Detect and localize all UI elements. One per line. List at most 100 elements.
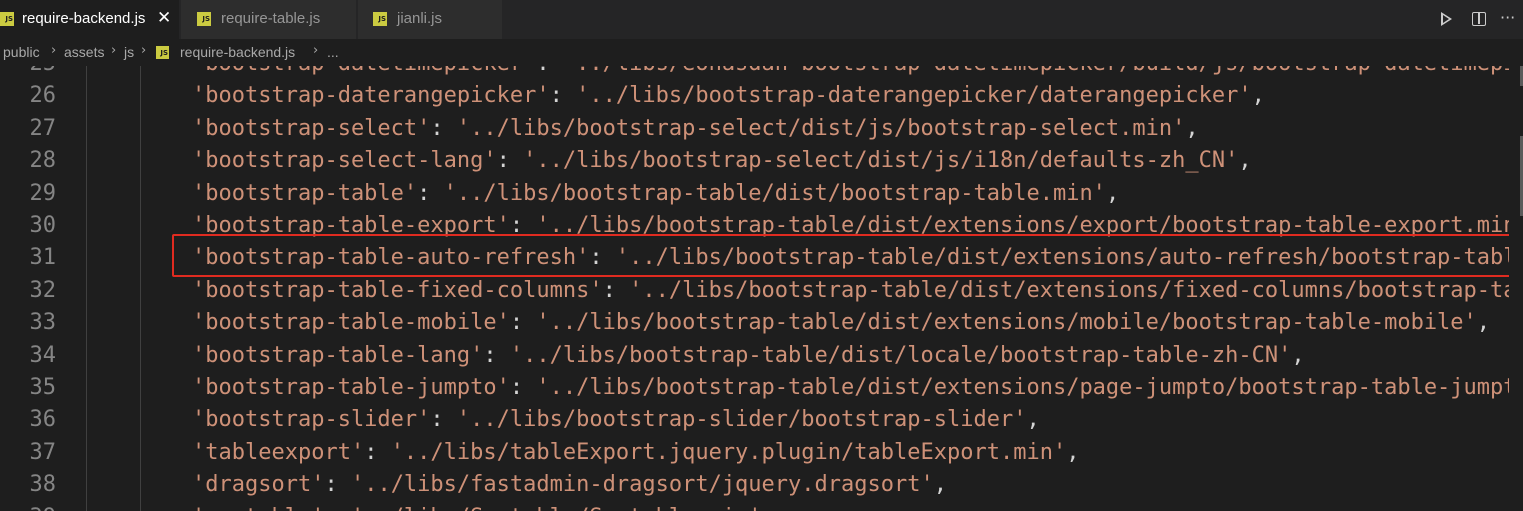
tab-require-table[interactable]: JS require-table.js [181,0,357,39]
string-value: '../libs/bootstrap-table/dist/bootstrap-… [443,180,1106,206]
string-key: 'bootstrap-slider' [192,407,431,433]
chevron-right-icon: › [111,43,117,58]
string-key: 'bootstrap-table-jumpto' [192,375,510,400]
colon-punctuation: : [509,310,537,336]
split-editor-icon[interactable] [1472,12,1486,26]
line-number: 39 [0,502,57,511]
colon-punctuation: : [364,439,391,465]
code-text: 'bootstrap-slider': '../libs/bootstrap-s… [192,404,1040,436]
code-text: 'bootstrap-select': '../libs/bootstrap-s… [192,113,1199,145]
chevron-right-icon: › [51,43,57,58]
string-value: '../libs/bootstrap-select/dist/js/i18n/d… [523,148,1239,174]
string-value: '../libs/tableExport.jquery.plugin/table… [390,439,1067,465]
line-number: 35 [29,375,57,400]
tab-label: require-table.js [221,10,321,27]
code-line[interactable]: 39 'sortable': '../libs/Sortable/Sortable… [0,502,1523,511]
string-key: 'bootstrap-table' [192,180,418,206]
colon-punctuation: : [602,277,630,303]
highlight-box [172,234,1512,277]
colon-punctuation: : [549,83,577,109]
string-value: '../libs/bootstrap-table/dist/extensions… [536,310,1477,336]
tab-bar: JS require-backend.js ✕ JS require-table… [0,0,1523,39]
comma-punctuation: , [1251,83,1265,109]
string-value: '../libs/fastadmin-dragsort/jquery.drags… [350,472,934,498]
string-value: '../libs/bootstrap-table/dist/locale/boo… [509,342,1292,368]
code-line[interactable]: 27 'bootstrap-select': '../libs/bootstrap… [0,113,1523,145]
code-line[interactable]: 29 'bootstrap-table': '../libs/bootstrap-… [0,178,1523,210]
code-line[interactable]: 34 'bootstrap-table-lang': '../libs/boots… [0,340,1523,372]
colon-punctuation: : [536,66,563,76]
line-number: 30 [29,213,57,238]
line-number: 38 [29,472,57,498]
colon-punctuation: : [324,505,351,511]
comma-punctuation: , [1238,148,1252,174]
comma-punctuation: , [1291,342,1305,368]
breadcrumb: public › assets › js › JS require-backen… [0,39,1523,66]
close-icon[interactable]: ✕ [157,8,171,28]
code-line[interactable]: 25 'bootstrap-datetimepicker': '../libs/e… [0,66,1523,80]
string-key: 'bootstrap-table-mobile' [192,310,510,336]
comma-punctuation: , [1185,115,1199,141]
line-number: 25 [0,66,57,80]
tab-require-backend[interactable]: JS require-backend.js ✕ [0,0,180,39]
comma-punctuation: , [1476,310,1491,336]
js-file-icon: JS [156,46,169,59]
tab-jianli[interactable]: JS jianli.js [358,0,503,39]
line-number: 33 [29,310,57,336]
breadcrumb-item-file[interactable]: require-backend.js [180,44,295,60]
string-value: '../libs/bootstrap-table/dist/extensions… [629,277,1523,303]
comma-punctuation: , [1105,180,1120,206]
code-line[interactable]: 36 'bootstrap-slider': '../libs/bootstrap… [0,404,1523,436]
code-line[interactable]: 28 'bootstrap-select-lang': '../libs/boot… [0,145,1523,177]
code-editor[interactable]: 25 'bootstrap-datetimepicker': '../libs/e… [0,66,1523,511]
colon-punctuation: : [430,115,457,141]
string-value: '../libs/eonasdan-bootstrap-datetimepick… [563,66,1523,76]
line-number: 34 [29,342,57,368]
breadcrumb-item-js[interactable]: js [124,44,134,60]
line-number: 32 [29,277,57,303]
string-key: 'bootstrap-table-lang' [192,342,484,368]
string-value: '../libs/bootstrap-select/dist/js/bootst… [456,115,1186,141]
comma-punctuation: , [1026,407,1040,433]
colon-punctuation: : [417,180,444,206]
code-line[interactable]: 26 'bootstrap-daterangepicker': '../libs/… [0,80,1523,112]
breadcrumb-item-symbol[interactable]: ... [327,44,339,60]
string-key: 'dragsort' [192,472,325,498]
run-icon[interactable] [1441,12,1452,26]
code-line[interactable]: 33 'bootstrap-table-mobile': '../libs/boo… [0,307,1523,339]
colon-punctuation: : [430,407,457,433]
code-line[interactable]: 37 'tableexport': '../libs/tableExport.jq… [0,437,1523,469]
string-value: '../libs/bootstrap-table/dist/extensions… [536,375,1523,400]
colon-punctuation: : [483,342,510,368]
code-text: 'sortable': '../libs/Sortable/Sortable.m… [192,502,775,511]
comma-punctuation: , [933,472,947,498]
breadcrumb-item-assets[interactable]: assets [64,44,104,60]
code-text: 'bootstrap-table-lang': '../libs/bootstr… [192,340,1305,372]
code-text: 'bootstrap-table-fixed-columns': '../lib… [192,275,1523,307]
code-text: 'bootstrap-datetimepicker': '../libs/eon… [192,66,1523,80]
line-number: 27 [29,115,57,141]
vertical-scrollbar[interactable] [1509,66,1523,511]
line-number: 31 [29,245,57,271]
string-key: 'bootstrap-daterangepicker' [192,83,550,109]
code-text: 'bootstrap-table': '../libs/bootstrap-ta… [192,178,1119,210]
colon-punctuation: : [496,148,524,174]
line-number: 37 [29,439,57,465]
string-value: '../libs/Sortable/Sortable.min' [351,505,762,511]
code-line[interactable]: 35 'bootstrap-table-jumpto': '../libs/boo… [0,372,1523,404]
code-text: 'bootstrap-table-jumpto': '../libs/boots… [192,372,1523,404]
breadcrumb-item-public[interactable]: public [3,44,40,60]
more-actions-icon[interactable]: ··· [1500,8,1515,27]
code-text: 'bootstrap-daterangepicker': '../libs/bo… [192,80,1265,112]
colon-punctuation: : [324,472,351,498]
tab-label: require-backend.js [22,10,146,27]
string-key: 'bootstrap-select' [192,115,431,141]
string-key: 'tableexport' [192,439,365,465]
js-file-icon: JS [373,12,387,26]
js-file-icon: JS [0,12,14,26]
code-line[interactable]: 38 'dragsort': '../libs/fastadmin-dragsor… [0,469,1523,501]
js-file-icon: JS [197,12,211,26]
code-line[interactable]: 32 'bootstrap-table-fixed-columns': '../l… [0,275,1523,307]
string-key: 'bootstrap-datetimepicker' [192,66,536,76]
comma-punctuation: , [762,505,775,511]
